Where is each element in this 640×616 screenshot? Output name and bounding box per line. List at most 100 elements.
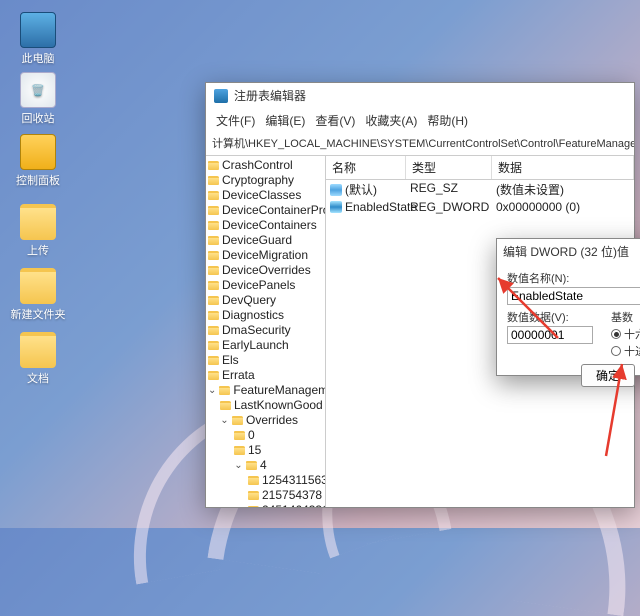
value-name-input[interactable] [507,287,640,305]
folder-icon [208,176,219,185]
folder-icon [20,268,56,304]
tree-item[interactable]: DeviceGuard [206,233,325,248]
desktop-icon-label: 此电脑 [10,50,66,66]
desktop-icon-label: 文档 [10,370,66,386]
edit-dword-dialog: 编辑 DWORD (32 位)值 × 数值名称(N): 数值数据(V): 基数 … [496,238,640,376]
value-name-label: 数值名称(N): [507,270,640,286]
folder-icon [208,326,219,335]
tree-collapse-icon[interactable]: ⌄ [234,458,243,473]
dword-value-icon [330,201,342,213]
tree-item[interactable]: ⌄Overrides [206,413,325,428]
folder-icon [20,204,56,240]
tree-item[interactable]: Errata [206,368,325,383]
registry-tree[interactable]: CrashControl Cryptography DeviceClasses … [206,156,326,507]
radio-dec[interactable]: 十进制(D) [611,343,640,359]
tree-item[interactable]: ⌄4 [206,458,325,473]
desktop-icon-label: 上传 [10,242,66,258]
folder-icon [208,281,219,290]
control-panel-icon [20,134,56,170]
radio-icon [611,346,621,356]
recycle-bin-icon: 🗑️ [20,72,56,108]
folder-icon [208,191,219,200]
dialog-titlebar[interactable]: 编辑 DWORD (32 位)值 × [497,239,640,264]
tree-item[interactable]: DeviceOverrides [206,263,325,278]
tree-item[interactable]: LastKnownGood [206,398,325,413]
folder-icon [20,332,56,368]
ok-button[interactable]: 确定 [581,364,635,387]
value-list[interactable]: 名称 类型 数据 (默认) REG_SZ (数值未设置) EnabledStat… [326,156,634,507]
tree-item[interactable]: Els [206,353,325,368]
regedit-window: 注册表编辑器 文件(F) 编辑(E) 查看(V) 收藏夹(A) 帮助(H) 计算… [205,82,635,508]
menu-fav[interactable]: 收藏夹(A) [361,110,421,131]
folder-icon [208,311,219,320]
col-name[interactable]: 名称 [326,156,406,179]
desktop-icon-label: 回收站 [10,110,66,126]
menu-edit[interactable]: 编辑(E) [261,110,309,131]
tree-item[interactable]: DeviceContainerPropertyUpda [206,203,325,218]
tree-item[interactable]: CrashControl [206,158,325,173]
tree-item[interactable]: Diagnostics [206,308,325,323]
list-header: 名称 类型 数据 [326,156,634,180]
desktop-icon-folder[interactable]: 上传 [10,204,66,258]
tree-item[interactable]: 0 [206,428,325,443]
menu-view[interactable]: 查看(V) [311,110,359,131]
folder-icon [219,386,230,395]
folder-icon [234,431,245,440]
col-data[interactable]: 数据 [492,156,634,179]
folder-icon [208,266,219,275]
tree-item[interactable]: Cryptography [206,173,325,188]
tree-item[interactable]: 215754378 [206,488,325,503]
desktop-icon-label: 控制面板 [10,172,66,188]
menubar: 文件(F) 编辑(E) 查看(V) 收藏夹(A) 帮助(H) [206,108,634,133]
tree-collapse-icon[interactable]: ⌄ [208,383,216,398]
window-title: 注册表编辑器 [234,87,306,104]
folder-icon [208,221,219,230]
tree-item[interactable]: DeviceClasses [206,188,325,203]
folder-icon [248,476,259,485]
radio-icon [611,329,621,339]
folder-icon [208,161,219,170]
window-titlebar[interactable]: 注册表编辑器 [206,83,634,108]
folder-icon [246,461,257,470]
desktop-icon-folder[interactable]: 文档 [10,332,66,386]
tree-item[interactable]: ⌄FeatureManagement [206,383,325,398]
tree-item[interactable]: DmaSecurity [206,323,325,338]
tree-item[interactable]: DeviceContainers [206,218,325,233]
desktop-icon-recycle-bin[interactable]: 🗑️ 回收站 [10,72,66,126]
tree-item[interactable]: 15 [206,443,325,458]
menu-file[interactable]: 文件(F) [212,110,259,131]
folder-icon [208,356,219,365]
folder-icon [208,371,219,380]
folder-icon [232,416,243,425]
menu-help[interactable]: 帮助(H) [423,110,472,131]
monitor-icon [20,12,56,48]
tree-item[interactable]: DevQuery [206,293,325,308]
tree-item[interactable]: EarlyLaunch [206,338,325,353]
desktop-icon-folder[interactable]: 新建文件夹 [10,268,66,322]
string-value-icon [330,184,342,196]
list-row[interactable]: (默认) REG_SZ (数值未设置) [326,180,634,199]
value-data-input[interactable] [507,326,593,344]
dialog-title: 编辑 DWORD (32 位)值 [503,243,629,260]
folder-icon [208,206,219,215]
value-data-label: 数值数据(V): [507,309,593,325]
folder-icon [234,446,245,455]
address-bar[interactable]: 计算机\HKEY_LOCAL_MACHINE\SYSTEM\CurrentCon… [206,133,634,156]
desktop-icon-this-pc[interactable]: 此电脑 [10,12,66,66]
desktop-icon-label: 新建文件夹 [10,306,66,322]
tree-collapse-icon[interactable]: ⌄ [220,413,229,428]
folder-icon [220,401,231,410]
folder-icon [248,506,259,507]
tree-item[interactable]: 1254311563 [206,473,325,488]
folder-icon [248,491,259,500]
folder-icon [208,236,219,245]
desktop-icon-control-panel[interactable]: 控制面板 [10,134,66,188]
radio-hex[interactable]: 十六进制(H) [611,326,640,342]
tree-item[interactable]: DevicePanels [206,278,325,293]
col-type[interactable]: 类型 [406,156,492,179]
base-label: 基数 [611,309,640,325]
tree-item[interactable]: DeviceMigration [206,248,325,263]
tree-item[interactable]: 2451464331 [206,503,325,507]
folder-icon [208,341,219,350]
list-row[interactable]: EnabledState REG_DWORD 0x00000000 (0) [326,199,634,215]
